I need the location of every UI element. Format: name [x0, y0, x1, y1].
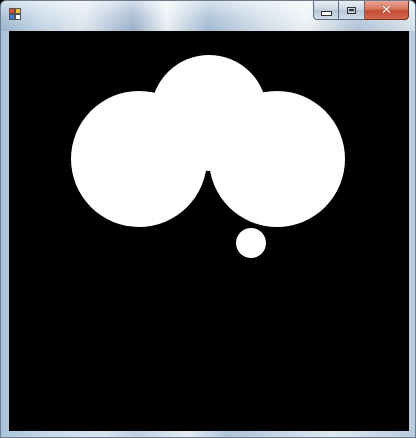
title-bar[interactable]: ✕	[1, 1, 415, 31]
close-button[interactable]: ✕	[365, 1, 409, 20]
minimize-icon	[320, 10, 332, 16]
window-controls: ✕	[313, 1, 409, 21]
app-icon-white-square	[15, 14, 21, 20]
canvas-svg	[9, 31, 409, 431]
windows-app-icon[interactable]	[9, 8, 23, 22]
circle-small	[236, 228, 266, 258]
drawing-canvas[interactable]	[9, 31, 409, 431]
maximize-button[interactable]	[339, 1, 365, 20]
circle-right	[209, 91, 345, 227]
minimize-button[interactable]	[313, 1, 339, 20]
app-window: ✕	[0, 0, 416, 438]
close-icon: ✕	[381, 2, 392, 18]
maximize-icon	[347, 6, 356, 14]
